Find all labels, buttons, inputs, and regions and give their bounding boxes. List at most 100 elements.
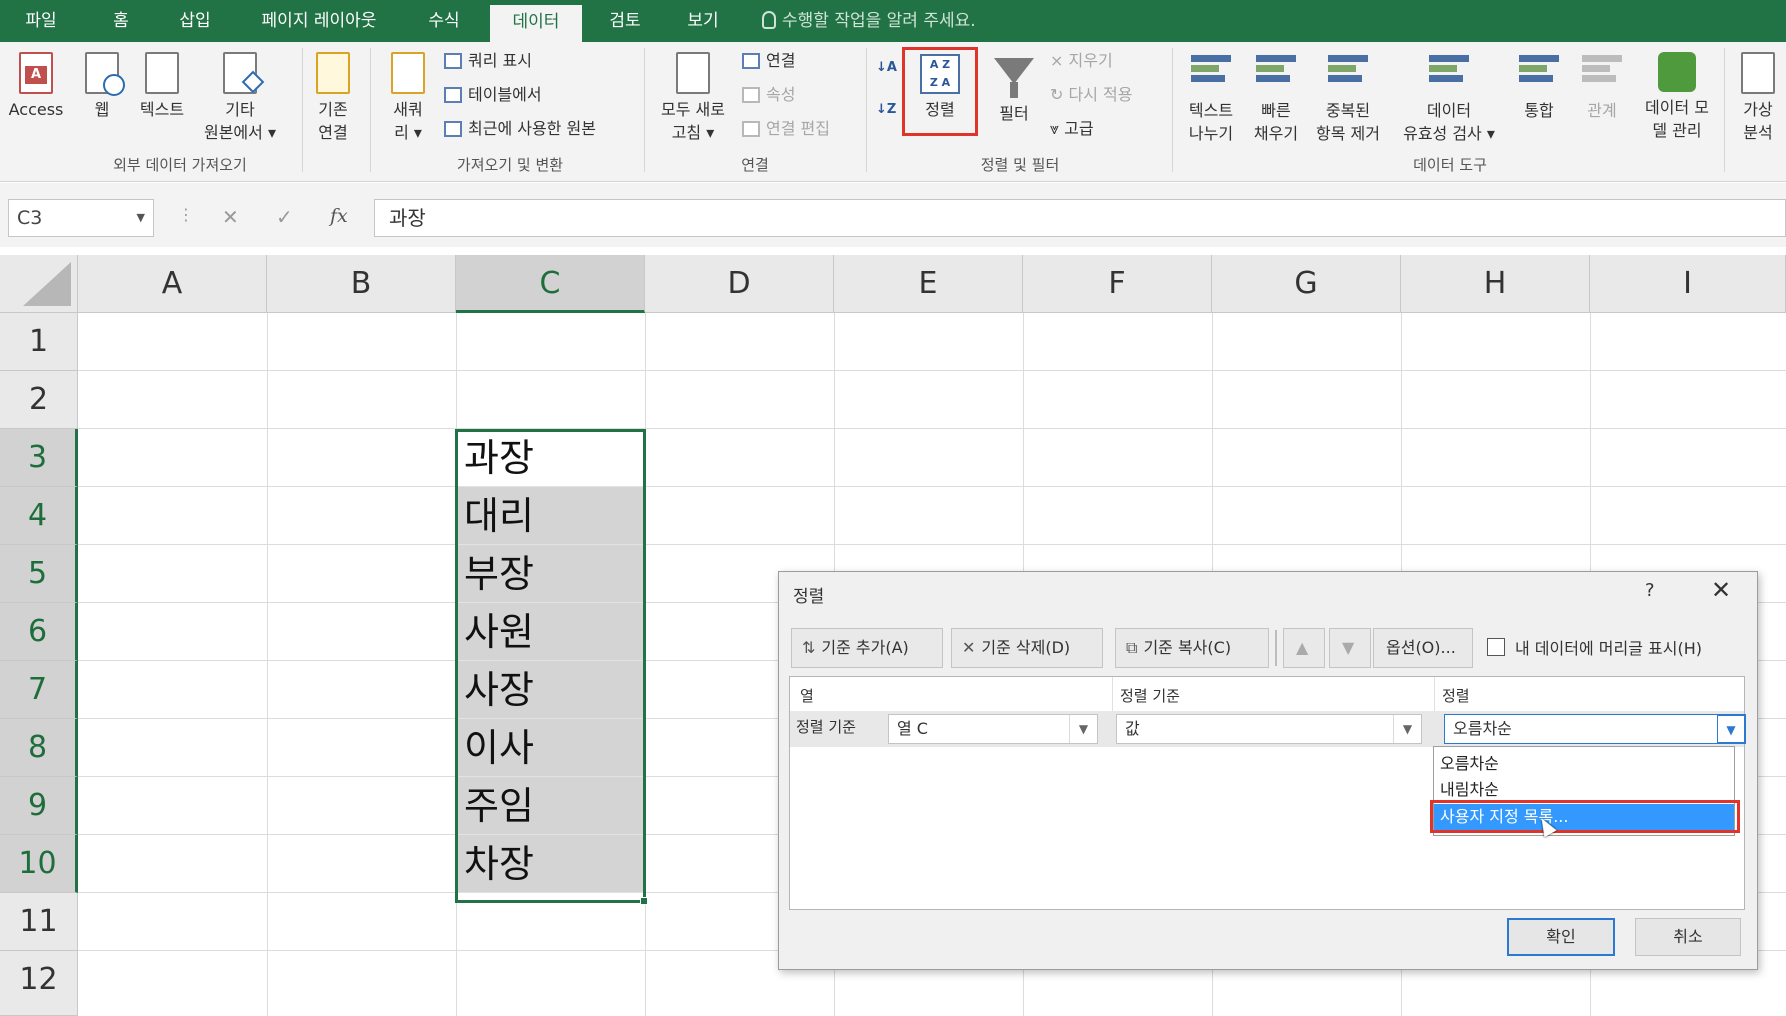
- from-text-button[interactable]: 텍스트: [132, 52, 192, 121]
- add-level-label: 기준 추가(A): [821, 638, 909, 657]
- existing-connections-button[interactable]: 기존 연결: [304, 52, 362, 144]
- row-header-12[interactable]: 12: [0, 951, 78, 1016]
- headers-checkbox[interactable]: [1487, 638, 1505, 656]
- chevron-down-icon[interactable]: ▼: [1393, 715, 1421, 743]
- advanced-filter-button[interactable]: ⩔ 고급: [1050, 116, 1094, 142]
- consolidate-button[interactable]: 통합: [1510, 52, 1568, 122]
- tab-file[interactable]: 파일: [10, 0, 72, 42]
- cell-c9[interactable]: 주임: [456, 777, 644, 835]
- tab-formulas[interactable]: 수식: [414, 0, 474, 42]
- column-header-a[interactable]: A: [78, 255, 267, 313]
- row-header-6[interactable]: 6: [0, 603, 78, 661]
- text-label: 텍스트: [139, 100, 185, 119]
- cell-c3[interactable]: 과장: [456, 429, 644, 487]
- from-table-button[interactable]: 테이블에서: [444, 82, 542, 108]
- column-header-e[interactable]: E: [834, 255, 1023, 313]
- row-header-1[interactable]: 1: [0, 313, 78, 371]
- clear-filter-button[interactable]: ⨯ 지우기: [1050, 48, 1113, 74]
- name-box[interactable]: C3 ▼: [8, 199, 154, 237]
- chevron-down-icon[interactable]: ▼: [1717, 715, 1745, 743]
- order-option-ascending[interactable]: 오름차순: [1434, 751, 1734, 777]
- recent-sources-button[interactable]: 최근에 사용한 원본: [444, 116, 596, 142]
- sort-on-select[interactable]: 값 ▼: [1116, 714, 1422, 744]
- remove-duplicates-button[interactable]: 중복된 항목 제거: [1308, 52, 1388, 145]
- options-button[interactable]: 옵션(O)...: [1373, 628, 1473, 668]
- group-separator: [1172, 48, 1173, 172]
- formula-input[interactable]: 과장: [374, 199, 1786, 237]
- flash-fill-button[interactable]: 빠른 채우기: [1244, 52, 1308, 145]
- tab-data[interactable]: 데이터: [490, 5, 582, 42]
- insert-function-icon[interactable]: fx: [330, 205, 348, 227]
- row-header-7[interactable]: 7: [0, 661, 78, 719]
- sort-az-za-buttons[interactable]: ↓A ↓Z: [876, 60, 897, 144]
- row-header-5[interactable]: 5: [0, 545, 78, 603]
- new-query-button[interactable]: 새쿼 리 ▾: [378, 52, 438, 144]
- cancel-button[interactable]: 취소: [1635, 918, 1741, 956]
- column-header-i[interactable]: I: [1590, 255, 1786, 313]
- tab-home[interactable]: 홈: [94, 0, 148, 42]
- tab-page-layout[interactable]: 페이지 레이아웃: [244, 0, 394, 42]
- row-header-9[interactable]: 9: [0, 777, 78, 835]
- column-header-d[interactable]: D: [645, 255, 834, 313]
- move-down-button[interactable]: ▼: [1329, 628, 1371, 668]
- tab-review[interactable]: 검토: [594, 0, 656, 42]
- column-header-g[interactable]: G: [1212, 255, 1401, 313]
- data-validation-button[interactable]: 데이터 유효성 검사 ▾: [1390, 52, 1508, 145]
- ribbon-tab-bar: 파일 홈 삽입 페이지 레이아웃 수식 데이터 검토 보기 수행할 작업을 알려…: [0, 0, 1786, 42]
- move-up-button[interactable]: ▲: [1283, 628, 1325, 668]
- tab-insert[interactable]: 삽입: [164, 0, 226, 42]
- delete-level-button[interactable]: ✕ 기준 삭제(D): [951, 628, 1103, 668]
- refresh-all-button[interactable]: 모두 새로 고침 ▾: [650, 52, 736, 144]
- properties-icon: [742, 87, 760, 103]
- cell-c8[interactable]: 이사: [456, 719, 644, 777]
- select-all-button[interactable]: [0, 255, 78, 313]
- row-header-10[interactable]: 10: [0, 835, 78, 893]
- row-header-8[interactable]: 8: [0, 719, 78, 777]
- sort-descending-icon[interactable]: ↓Z: [876, 102, 897, 118]
- row-header-11[interactable]: 11: [0, 893, 78, 951]
- text-to-columns-button[interactable]: 텍스트 나누기: [1178, 52, 1244, 145]
- tab-view[interactable]: 보기: [672, 0, 734, 42]
- cell-c5[interactable]: 부장: [456, 545, 644, 603]
- other-sources-button[interactable]: 기타 원본에서 ▾: [196, 52, 284, 144]
- help-button[interactable]: ?: [1645, 580, 1655, 601]
- cancel-entry-icon[interactable]: ✕: [222, 205, 239, 229]
- chevron-down-icon[interactable]: ▼: [137, 200, 145, 236]
- fill-handle[interactable]: [640, 897, 648, 905]
- reapply-button[interactable]: ↻ 다시 적용: [1050, 82, 1132, 108]
- add-level-button[interactable]: ⇅ 기준 추가(A): [791, 628, 943, 668]
- cell-c7[interactable]: 사장: [456, 661, 644, 719]
- close-button[interactable]: ✕: [1711, 576, 1731, 604]
- chevron-down-icon[interactable]: ▼: [1069, 715, 1097, 743]
- access-button[interactable]: Access: [6, 52, 66, 121]
- row-header-4[interactable]: 4: [0, 487, 78, 545]
- sort-ascending-icon[interactable]: ↓A: [876, 60, 897, 76]
- headers-checkbox-label: 내 데이터에 머리글 표시(H): [1515, 639, 1702, 658]
- column-select[interactable]: 열 C ▼: [888, 714, 1098, 744]
- column-header-f[interactable]: F: [1023, 255, 1212, 313]
- formula-bar-grip[interactable]: ⋮: [178, 205, 194, 224]
- column-header-c[interactable]: C: [456, 255, 645, 313]
- row-header-2[interactable]: 2: [0, 371, 78, 429]
- order-select[interactable]: 오름차순 ▼: [1444, 714, 1746, 744]
- filter-button[interactable]: 필터: [984, 52, 1044, 125]
- manage-data-model-button[interactable]: 데이터 모 델 관리: [1634, 52, 1720, 142]
- what-if-analysis-button[interactable]: 가상 분석: [1730, 52, 1786, 144]
- edit-links-button[interactable]: 연결 편집: [742, 116, 830, 142]
- table-row[interactable]: 정렬 기준 열 C ▼ 값 ▼ 오름차순 ▼: [790, 711, 1746, 747]
- cell-c6[interactable]: 사원: [456, 603, 644, 661]
- confirm-entry-icon[interactable]: ✓: [276, 205, 293, 229]
- show-queries-button[interactable]: 쿼리 표시: [444, 48, 532, 74]
- tell-me-box[interactable]: 수행할 작업을 알려 주세요.: [762, 0, 976, 42]
- ok-button[interactable]: 확인: [1507, 918, 1615, 956]
- column-header-h[interactable]: H: [1401, 255, 1590, 313]
- copy-level-button[interactable]: ⧉ 기준 복사(C): [1115, 628, 1269, 668]
- relationships-button[interactable]: 관계: [1572, 52, 1632, 122]
- row-header-3[interactable]: 3: [0, 429, 78, 487]
- properties-button[interactable]: 속성: [742, 82, 795, 108]
- cell-c4[interactable]: 대리: [456, 487, 644, 545]
- column-header-b[interactable]: B: [267, 255, 456, 313]
- from-web-button[interactable]: 웹: [78, 52, 126, 121]
- connections-button[interactable]: 연결: [742, 48, 795, 74]
- cell-c10[interactable]: 차장: [456, 835, 644, 893]
